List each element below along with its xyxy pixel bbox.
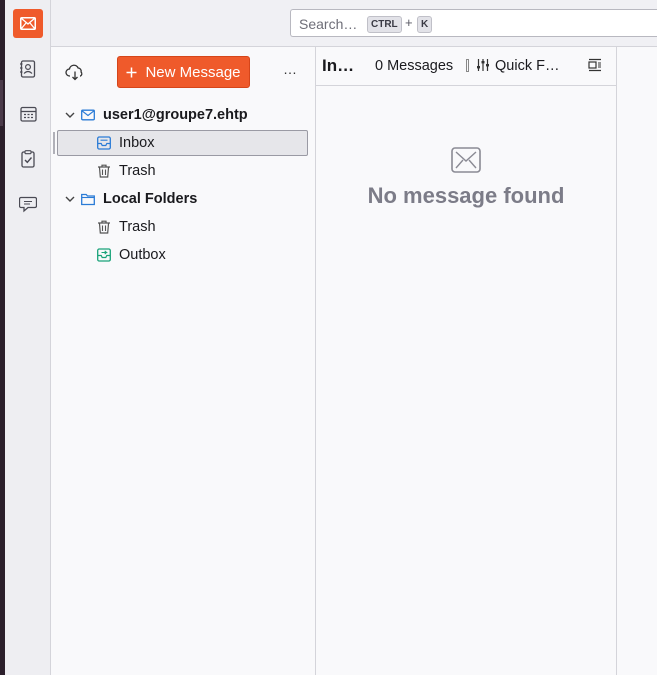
folder-icon	[81, 193, 95, 206]
cloud-download-icon	[65, 64, 83, 81]
mail-space-button[interactable]	[13, 9, 43, 38]
plus-icon	[126, 67, 137, 77]
new-message-label: New Message	[145, 63, 241, 81]
folder-title: In…	[322, 56, 355, 75]
message-count: 0 Messages	[375, 58, 454, 74]
splitter-grip	[53, 132, 55, 154]
trash-icon	[98, 220, 110, 234]
toggle-indicator	[466, 59, 469, 72]
shortcut-ctrl-key: CTRL	[367, 16, 402, 33]
folder-row-inbox[interactable]: Inbox	[51, 129, 315, 157]
get-messages-button[interactable]	[65, 63, 85, 83]
account-label: Local Folders	[103, 191, 198, 207]
folder-label: Trash	[119, 219, 156, 235]
calendar-icon	[19, 106, 37, 122]
folder-pane-menu-button[interactable]: …	[283, 61, 298, 77]
list-display-options-icon[interactable]	[588, 58, 602, 72]
dock-indicator	[0, 80, 3, 126]
empty-state: No message found	[316, 147, 616, 209]
search-input[interactable]: Search… CTRL + K	[290, 9, 657, 37]
calendar-space-button[interactable]	[16, 102, 40, 126]
quick-filter-button[interactable]: Quick F…	[466, 56, 576, 76]
folder-pane-header: New Message …	[51, 47, 315, 95]
chevron-down-icon[interactable]	[64, 193, 76, 205]
trash-icon	[98, 164, 110, 178]
chat-space-button[interactable]	[16, 192, 40, 216]
shortcut-plus: +	[405, 15, 413, 30]
quick-filter-label: Quick F…	[495, 58, 560, 74]
address-book-space-button[interactable]	[16, 57, 40, 81]
folder-row-trash[interactable]: Trash	[51, 157, 315, 185]
message-list-pane: In… 0 Messages Quick F… No message found	[316, 47, 617, 675]
envelope-icon	[81, 109, 95, 121]
account-label: user1@groupe7.ehtp	[103, 107, 248, 123]
address-book-icon	[20, 60, 36, 78]
folder-pane: New Message … user1@groupe7.ehtp Inbox T…	[51, 47, 316, 675]
outbox-icon	[97, 248, 111, 262]
chevron-down-icon[interactable]	[64, 109, 76, 121]
mail-icon	[20, 17, 36, 30]
tasks-icon	[21, 150, 35, 168]
folder-row-outbox[interactable]: Outbox	[51, 241, 315, 269]
folder-label: Inbox	[119, 135, 155, 151]
folder-label: Outbox	[119, 247, 166, 263]
selection-highlight	[57, 130, 308, 156]
spaces-toolbar	[5, 0, 51, 675]
message-pane	[617, 47, 657, 675]
tasks-space-button[interactable]	[16, 147, 40, 171]
account-row-local-folders[interactable]: Local Folders	[51, 185, 315, 213]
folder-tree: user1@groupe7.ehtp Inbox Trash Local Fol…	[51, 101, 315, 269]
envelope-empty-icon	[451, 147, 481, 173]
folder-row-local-trash[interactable]: Trash	[51, 213, 315, 241]
message-list-header: In… 0 Messages Quick F…	[316, 47, 616, 86]
unified-toolbar: Search… CTRL + K	[51, 0, 657, 47]
chat-icon	[19, 196, 37, 212]
filter-sliders-icon	[477, 59, 489, 71]
folder-label: Trash	[119, 163, 156, 179]
inbox-icon	[97, 136, 111, 150]
search-placeholder: Search…	[299, 16, 358, 32]
account-row-user1[interactable]: user1@groupe7.ehtp	[51, 101, 315, 129]
new-message-button[interactable]: New Message	[117, 56, 250, 88]
shortcut-k-key: K	[417, 16, 433, 33]
empty-state-text: No message found	[367, 183, 565, 208]
